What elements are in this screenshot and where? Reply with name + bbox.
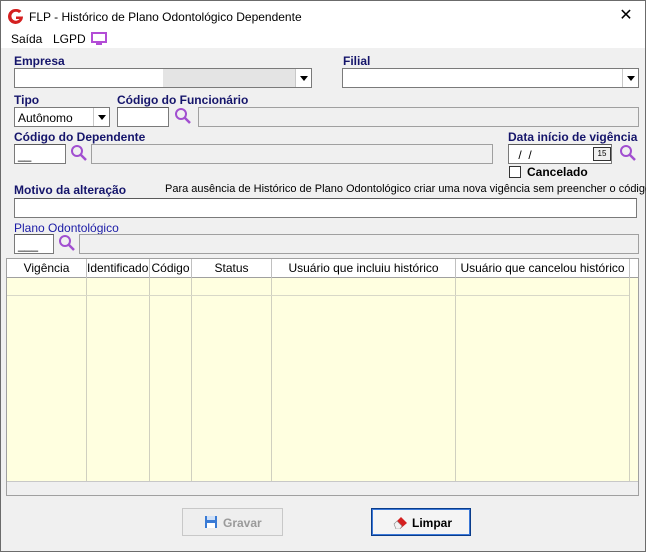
- close-icon: ✕: [619, 7, 633, 24]
- codigo-funcionario-label: Código do Funcionário: [117, 93, 249, 107]
- gravar-button[interactable]: Gravar: [182, 508, 283, 536]
- search-icon[interactable]: [619, 144, 637, 162]
- monitor-icon[interactable]: [91, 32, 107, 46]
- limpar-button[interactable]: Limpar: [371, 508, 471, 536]
- app-logo-icon: [8, 8, 23, 24]
- horizontal-scrollbar[interactable]: [7, 481, 638, 495]
- menu-item-lgpd[interactable]: LGPD: [53, 32, 86, 46]
- codigo-funcionario-input[interactable]: [117, 107, 169, 127]
- grid-column: [192, 278, 272, 495]
- plano-input[interactable]: ___: [14, 234, 54, 254]
- search-icon[interactable]: [58, 234, 76, 252]
- empresa-label: Empresa: [14, 54, 65, 68]
- grid-column: [272, 278, 456, 495]
- cancelado-checkbox[interactable]: [509, 166, 521, 178]
- main-window: FLP - Histórico de Plano Odontológico De…: [0, 0, 646, 552]
- motivo-label: Motivo da alteração: [14, 183, 127, 197]
- window-title: FLP - Histórico de Plano Odontológico De…: [29, 10, 302, 24]
- search-icon[interactable]: [174, 107, 192, 125]
- limpar-button-label: Limpar: [412, 516, 453, 530]
- motivo-hint: Para ausência de Histórico de Plano Odon…: [165, 183, 646, 195]
- menu-item-saida[interactable]: Saída: [11, 32, 42, 46]
- grid-column: [87, 278, 150, 495]
- close-button[interactable]: ✕: [611, 4, 641, 28]
- tipo-label: Tipo: [14, 93, 40, 107]
- calendar-icon[interactable]: 15: [593, 147, 611, 161]
- plano-nome-field: [79, 234, 639, 254]
- codigo-dependente-value: __: [18, 148, 32, 162]
- column-header-usuario-cancelou[interactable]: Usuário que cancelou histórico: [456, 259, 630, 278]
- chevron-down-icon[interactable]: [295, 69, 311, 87]
- tipo-select[interactable]: Autônomo: [14, 107, 110, 127]
- funcionario-nome-field: [198, 107, 639, 127]
- chevron-down-icon[interactable]: [622, 69, 638, 87]
- grid-column: [7, 278, 87, 495]
- plano-label: Plano Odontológico: [14, 221, 119, 235]
- vertical-scrollbar[interactable]: [629, 278, 638, 484]
- motivo-input[interactable]: [14, 198, 637, 218]
- eraser-icon: [393, 517, 407, 529]
- gravar-button-label: Gravar: [223, 516, 262, 530]
- column-header-codigo[interactable]: Código: [150, 259, 192, 278]
- search-icon[interactable]: [70, 144, 88, 162]
- data-inicio-value: / /: [515, 148, 532, 162]
- data-inicio-input[interactable]: / / 15: [508, 144, 612, 164]
- chevron-down-icon[interactable]: [93, 108, 109, 126]
- filial-label: Filial: [343, 54, 371, 68]
- codigo-dependente-label: Código do Dependente: [14, 130, 146, 144]
- plano-value: ___: [18, 238, 39, 252]
- grid-column: [150, 278, 192, 495]
- historico-grid[interactable]: Vigência Identificador Código Status Usu…: [6, 258, 639, 496]
- empresa-select[interactable]: [14, 68, 312, 88]
- calendar-day-label: 15: [597, 149, 607, 158]
- dependente-nome-field: [91, 144, 493, 164]
- filial-select[interactable]: [342, 68, 639, 88]
- column-header-vigencia[interactable]: Vigência: [7, 259, 87, 278]
- save-icon: [205, 516, 217, 528]
- grid-column: [456, 278, 630, 495]
- title-bar: FLP - Histórico de Plano Odontológico De…: [1, 1, 645, 31]
- column-header-identificador[interactable]: Identificador: [87, 259, 150, 278]
- cancelado-label: Cancelado: [527, 165, 588, 179]
- column-header-status[interactable]: Status: [192, 259, 272, 278]
- column-header-usuario-incluiu[interactable]: Usuário que incluiu histórico: [272, 259, 456, 278]
- data-inicio-label: Data início de vigência: [508, 130, 638, 144]
- grid-header: Vigência Identificador Código Status Usu…: [7, 259, 638, 278]
- tipo-select-value: Autônomo: [18, 111, 73, 125]
- codigo-dependente-input[interactable]: __: [14, 144, 66, 164]
- menu-bar: Saída LGPD: [1, 31, 645, 48]
- table-row: [7, 295, 629, 296]
- empresa-select-disabled-area: [163, 69, 295, 87]
